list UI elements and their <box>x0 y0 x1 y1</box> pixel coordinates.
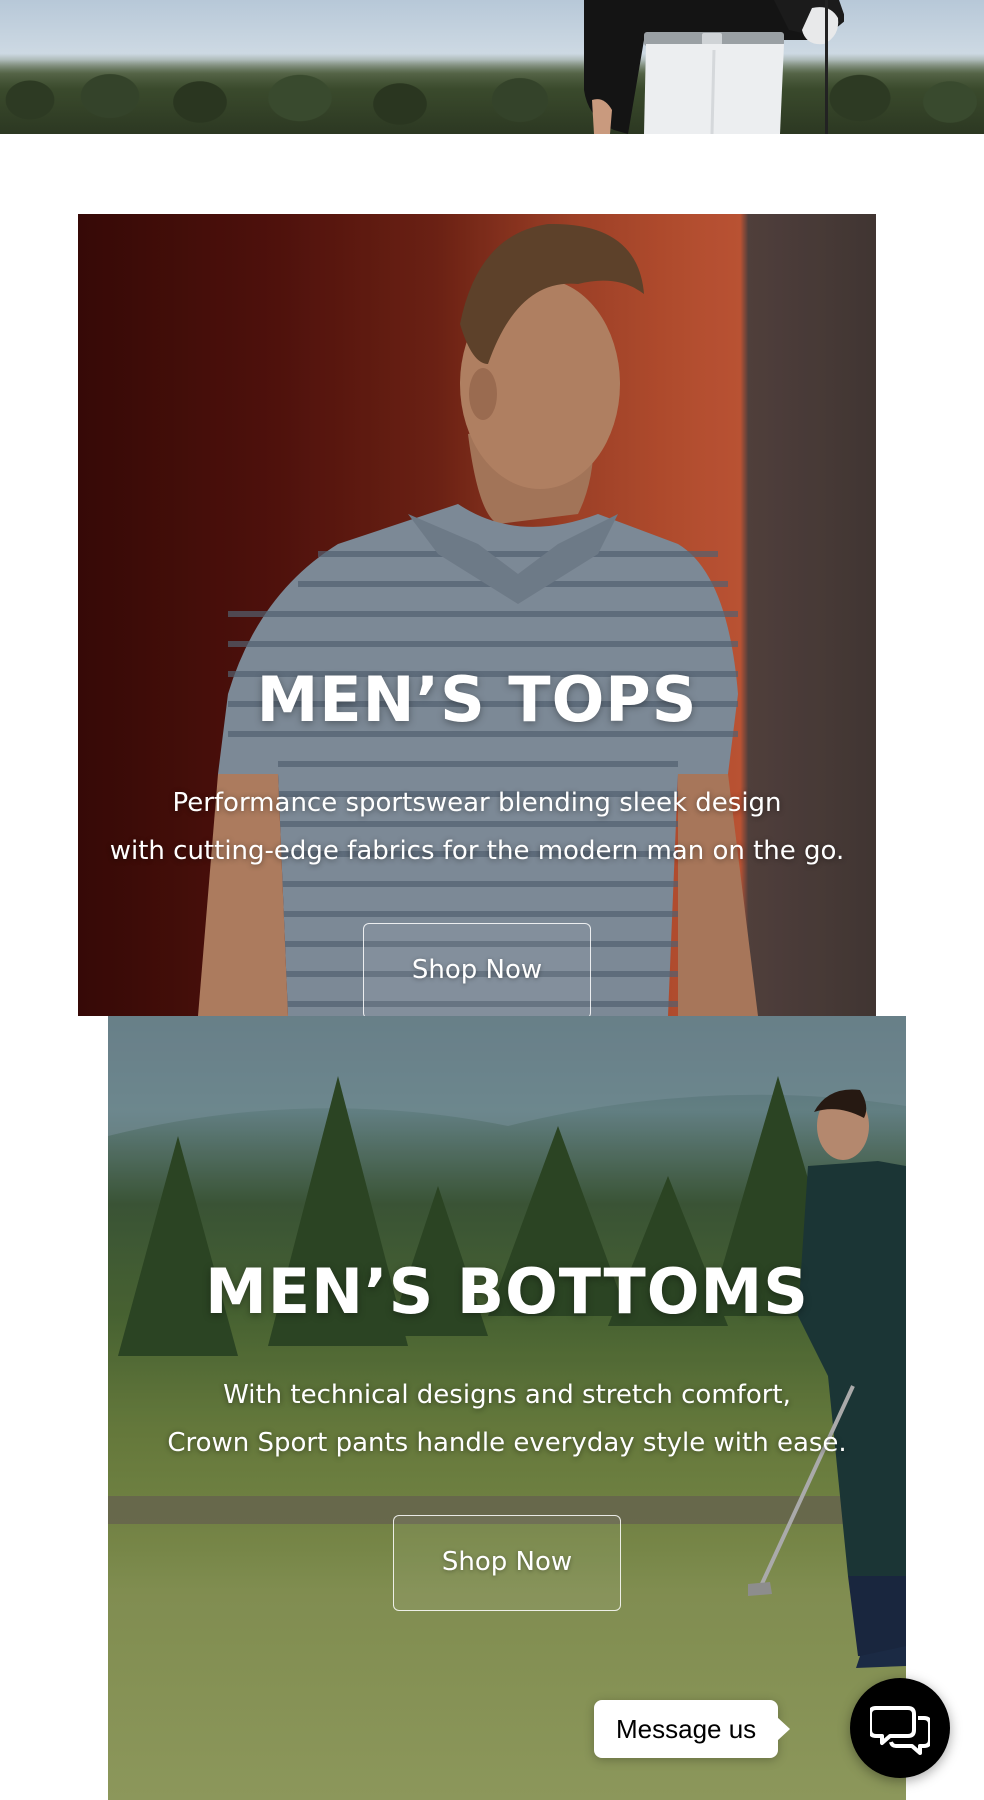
message-us-label[interactable]: Message us <box>594 1700 791 1758</box>
golfer-figure-image <box>584 0 844 134</box>
chat-bubbles-icon <box>870 1706 930 1755</box>
hero-image-strip <box>0 0 984 134</box>
mens-tops-content: MEN’S TOPS Performance sportswear blendi… <box>78 669 876 1016</box>
mens-bottoms-description: With technical designs and stretch comfo… <box>108 1371 906 1467</box>
mens-bottoms-description-line-1: With technical designs and stretch comfo… <box>223 1380 791 1410</box>
mens-bottoms-description-line-2: Crown Sport pants handle everyday style … <box>167 1428 847 1458</box>
mens-tops-description: Performance sportswear blending sleek de… <box>78 779 876 875</box>
mens-bottoms-shop-now-button[interactable]: Shop Now <box>393 1515 621 1611</box>
mens-tops-description-line-2: with cutting-edge fabrics for the modern… <box>109 836 845 866</box>
mens-bottoms-title: MEN’S BOTTOMS <box>205 1255 809 1328</box>
mens-bottoms-content: MEN’S BOTTOMS With technical designs and… <box>108 1261 906 1611</box>
mens-tops-title: MEN’S TOPS <box>256 663 698 736</box>
mens-bottoms-card: MEN’S BOTTOMS With technical designs and… <box>108 1016 906 1800</box>
mens-tops-card: MEN’S TOPS Performance sportswear blendi… <box>78 214 876 1016</box>
chat-launcher-button[interactable] <box>850 1678 950 1778</box>
mens-tops-description-line-1: Performance sportswear blending sleek de… <box>172 788 782 818</box>
mens-tops-shop-now-button[interactable]: Shop Now <box>363 923 591 1016</box>
